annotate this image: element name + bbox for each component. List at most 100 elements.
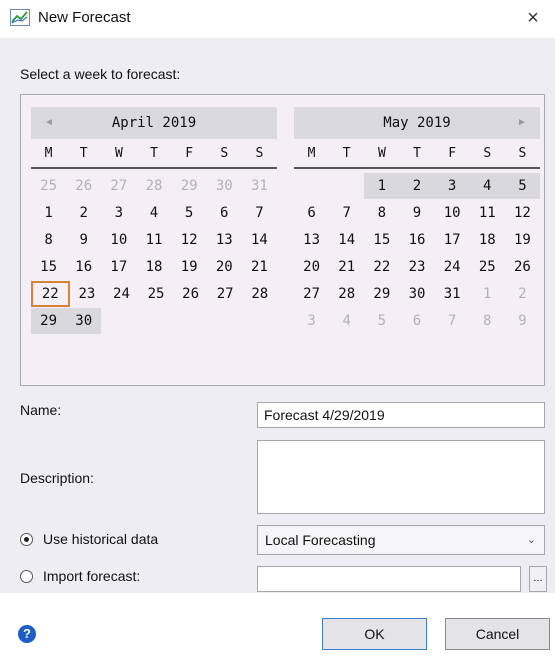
- day-cell[interactable]: 20: [207, 254, 242, 280]
- use-historical-option[interactable]: Use historical data: [20, 531, 158, 547]
- week-row[interactable]: 13 14 15 16 17 18 19: [294, 227, 540, 253]
- import-radio[interactable]: [20, 569, 33, 583]
- day-cell[interactable]: 30: [399, 281, 434, 307]
- day-cell[interactable]: 15: [364, 227, 399, 253]
- day-cell[interactable]: 30: [207, 173, 242, 199]
- today-cell[interactable]: 22: [31, 281, 70, 307]
- week-row[interactable]: 22 23 24 25 26 27 28: [31, 281, 277, 307]
- day-cell[interactable]: 1: [31, 200, 66, 226]
- week-row[interactable]: 20 21 22 23 24 25 26: [294, 254, 540, 280]
- day-cell[interactable]: 10: [435, 200, 470, 226]
- day-cell[interactable]: 9: [66, 227, 101, 253]
- day-cell[interactable]: 12: [505, 200, 540, 226]
- day-cell[interactable]: 22: [364, 254, 399, 280]
- day-cell[interactable]: 3: [434, 173, 470, 199]
- day-cell[interactable]: 31: [242, 173, 277, 199]
- ok-button[interactable]: OK: [322, 618, 427, 650]
- day-cell[interactable]: 21: [242, 254, 277, 280]
- day-cell[interactable]: 30: [66, 308, 102, 334]
- day-cell[interactable]: 13: [294, 227, 329, 253]
- browse-button[interactable]: ...: [529, 566, 547, 592]
- day-cell[interactable]: 28: [329, 281, 364, 307]
- day-cell[interactable]: 13: [207, 227, 242, 253]
- day-cell[interactable]: 12: [172, 227, 207, 253]
- day-cell[interactable]: 24: [435, 254, 470, 280]
- day-cell[interactable]: 24: [104, 281, 139, 307]
- day-cell[interactable]: 23: [70, 281, 105, 307]
- day-cell[interactable]: 20: [294, 254, 329, 280]
- day-cell[interactable]: 6: [207, 200, 242, 226]
- week-row[interactable]: 1234567: [31, 200, 277, 226]
- week-row[interactable]: 3456789: [294, 308, 540, 334]
- day-cell[interactable]: 31: [435, 281, 470, 307]
- close-button[interactable]: ×: [519, 5, 547, 31]
- week-row[interactable]: 25 26 27 28 29 30 31: [31, 173, 277, 199]
- day-cell[interactable]: 2: [505, 281, 540, 307]
- day-cell[interactable]: 4: [329, 308, 364, 334]
- day-cell[interactable]: 28: [242, 281, 277, 307]
- day-cell[interactable]: 3: [101, 200, 136, 226]
- day-cell[interactable]: 19: [505, 227, 540, 253]
- import-path-input[interactable]: [257, 566, 521, 592]
- name-input[interactable]: [257, 402, 545, 428]
- day-cell[interactable]: 8: [470, 308, 505, 334]
- import-forecast-option[interactable]: Import forecast:: [20, 568, 140, 584]
- day-cell[interactable]: 18: [136, 254, 171, 280]
- historical-source-select[interactable]: Local Forecasting ⌄: [257, 525, 545, 555]
- day-cell[interactable]: 2: [399, 173, 435, 199]
- day-cell[interactable]: 26: [505, 254, 540, 280]
- week-row[interactable]: 29 30: [31, 308, 277, 334]
- week-row[interactable]: 8 9 10 11 12 13 14: [31, 227, 277, 253]
- day-cell[interactable]: 15: [31, 254, 66, 280]
- day-cell[interactable]: 3: [294, 308, 329, 334]
- day-cell[interactable]: 8: [31, 227, 66, 253]
- day-cell[interactable]: 4: [469, 173, 505, 199]
- description-input[interactable]: [257, 440, 545, 514]
- week-row[interactable]: 27 28 29 30 31 1 2: [294, 281, 540, 307]
- day-cell[interactable]: 26: [66, 173, 101, 199]
- day-cell[interactable]: 5: [364, 308, 399, 334]
- day-cell[interactable]: 2: [66, 200, 101, 226]
- day-cell[interactable]: 7: [242, 200, 277, 226]
- week-row[interactable]: 15 16 17 18 19 20 21: [31, 254, 277, 280]
- day-cell[interactable]: 25: [31, 173, 66, 199]
- day-cell[interactable]: 6: [399, 308, 434, 334]
- day-cell[interactable]: 25: [470, 254, 505, 280]
- day-cell[interactable]: 9: [505, 308, 540, 334]
- week-row[interactable]: 12345: [294, 173, 540, 199]
- day-cell[interactable]: 5: [504, 173, 540, 199]
- help-icon[interactable]: ?: [18, 625, 36, 643]
- day-cell[interactable]: 14: [329, 227, 364, 253]
- day-cell[interactable]: 10: [101, 227, 136, 253]
- day-cell[interactable]: 11: [470, 200, 505, 226]
- day-cell[interactable]: 5: [172, 200, 207, 226]
- day-cell[interactable]: 14: [242, 227, 277, 253]
- next-month-icon[interactable]: ►: [508, 107, 536, 139]
- day-cell[interactable]: 16: [399, 227, 434, 253]
- day-cell[interactable]: 19: [172, 254, 207, 280]
- day-cell[interactable]: 8: [364, 200, 399, 226]
- day-cell[interactable]: 27: [294, 281, 329, 307]
- day-cell[interactable]: 7: [435, 308, 470, 334]
- day-cell[interactable]: 26: [173, 281, 208, 307]
- day-cell[interactable]: 18: [470, 227, 505, 253]
- day-cell[interactable]: 23: [399, 254, 434, 280]
- day-cell[interactable]: 11: [136, 227, 171, 253]
- cancel-button[interactable]: Cancel: [445, 618, 550, 650]
- day-cell[interactable]: 16: [66, 254, 101, 280]
- day-cell[interactable]: 1: [470, 281, 505, 307]
- day-cell[interactable]: 9: [399, 200, 434, 226]
- historical-radio[interactable]: [20, 532, 33, 546]
- day-cell[interactable]: 29: [364, 281, 399, 307]
- day-cell[interactable]: 7: [329, 200, 364, 226]
- day-cell[interactable]: 29: [31, 308, 67, 334]
- day-cell[interactable]: 17: [101, 254, 136, 280]
- day-cell[interactable]: 17: [435, 227, 470, 253]
- day-cell[interactable]: 6: [294, 200, 329, 226]
- day-cell[interactable]: 28: [136, 173, 171, 199]
- day-cell[interactable]: 27: [208, 281, 243, 307]
- day-cell[interactable]: 4: [136, 200, 171, 226]
- day-cell[interactable]: 29: [172, 173, 207, 199]
- week-row[interactable]: 6 7 8 9 10 11 12: [294, 200, 540, 226]
- day-cell[interactable]: 21: [329, 254, 364, 280]
